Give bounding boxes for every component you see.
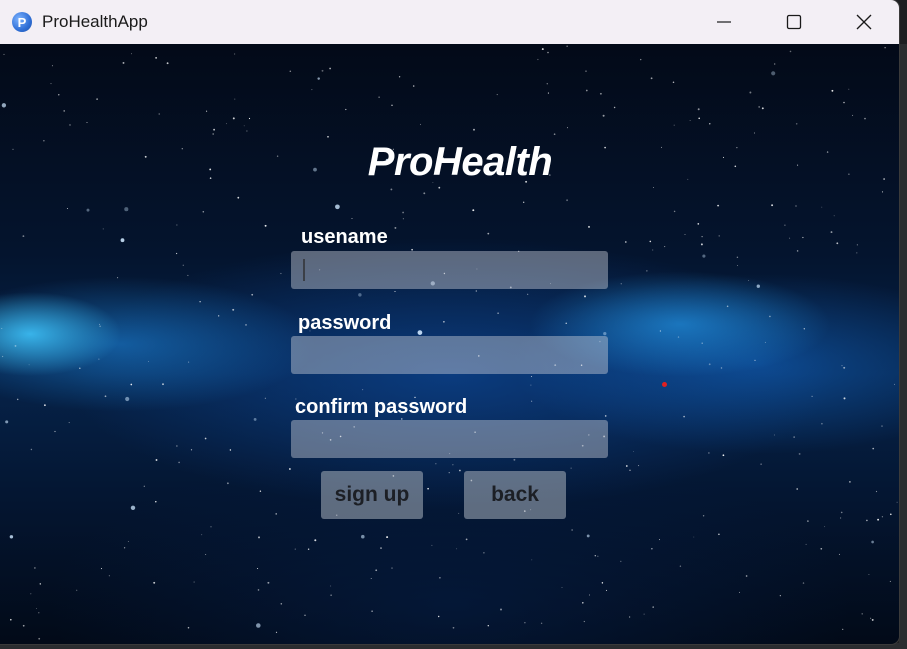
app-logo-icon: P xyxy=(12,12,32,32)
minimize-button[interactable] xyxy=(689,0,759,44)
app-content: ProHealth usename password confirm passw… xyxy=(0,44,899,644)
password-input[interactable] xyxy=(291,336,608,374)
username-label: usename xyxy=(301,226,388,248)
app-window: P ProHealthApp ProHealth usename passwor… xyxy=(0,0,899,644)
sign-up-button[interactable]: sign up xyxy=(321,471,423,519)
text-caret xyxy=(303,259,305,281)
close-icon xyxy=(856,14,872,30)
red-dot-marker xyxy=(662,382,667,387)
confirm-password-label: confirm password xyxy=(295,396,468,418)
window-title: ProHealthApp xyxy=(42,12,148,31)
confirm-password-input[interactable] xyxy=(291,420,608,458)
username-input[interactable] xyxy=(291,251,608,289)
title-bar[interactable]: P ProHealthApp xyxy=(0,0,899,44)
back-button[interactable]: back xyxy=(464,471,566,519)
minimize-icon xyxy=(717,21,731,23)
password-label: password xyxy=(298,312,392,334)
app-logo-letter: P xyxy=(17,14,27,30)
maximize-icon xyxy=(786,14,802,30)
close-button[interactable] xyxy=(829,0,899,44)
maximize-button[interactable] xyxy=(759,0,829,44)
background-ide-strip xyxy=(899,44,907,644)
window-controls xyxy=(689,0,899,44)
app-heading: ProHealth xyxy=(367,140,553,184)
